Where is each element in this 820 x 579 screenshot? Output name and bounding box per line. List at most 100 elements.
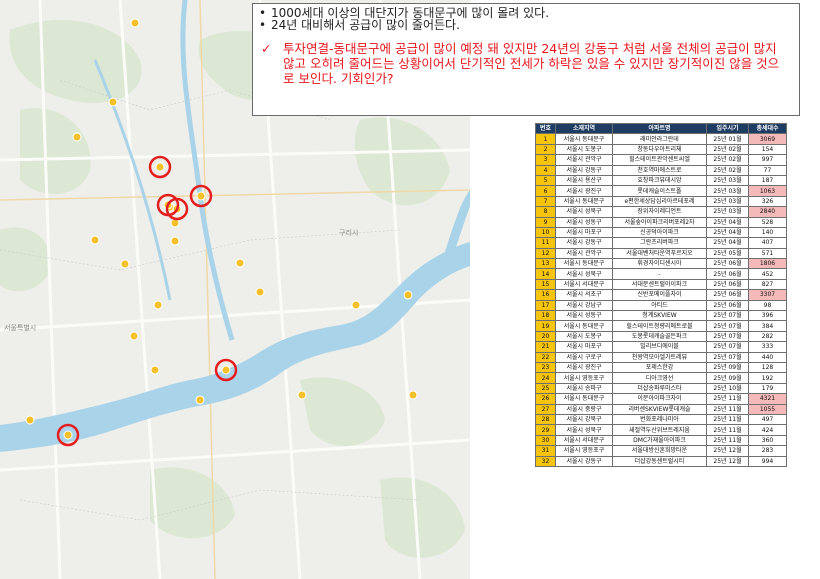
region-cell: 서울시 동대문구 [555, 133, 613, 145]
unit-count-cell: 4321 [748, 393, 787, 405]
move-in-date-cell: 25년 12월 [706, 445, 749, 457]
row-number: 21 [535, 341, 556, 353]
row-number: 5 [535, 174, 556, 187]
move-in-date-cell: 25년 06월 [706, 278, 749, 291]
apartment-name-cell: 청계SKVIEW [612, 310, 707, 322]
region-cell: 서울시 성북구 [555, 424, 613, 436]
region-cell: 서울시 성북구 [555, 206, 613, 218]
insight-note: ✓ 투자연결-동대문구에 공급이 많이 예정 돼 있지만 24년의 강동구 처럼… [259, 41, 793, 86]
row-number: 28 [535, 413, 556, 426]
move-in-date-cell: 25년 01월 [706, 133, 749, 145]
move-in-date-cell: 25년 11월 [706, 393, 749, 405]
unit-count-cell: 396 [748, 310, 787, 322]
apartment-name-cell: 도봉롯데캐슬골든파크 [612, 330, 707, 343]
region-cell: 서울시 영등포구 [555, 445, 613, 457]
move-in-date-cell: 25년 07월 [706, 310, 749, 322]
apartment-name-cell: 서울대방신혼희망타운 [612, 445, 707, 457]
table-row: 8 서울시 성북구 장위자이레디언트 25년 03월 2840 [535, 206, 787, 218]
unit-count-cell: 1063 [748, 185, 787, 197]
row-number: 8 [535, 206, 556, 218]
row-number: 15 [535, 278, 556, 291]
unit-count-cell: 497 [748, 413, 787, 426]
table-row: 27 서울시 중랑구 리버센SKVIEW롯데캐슬 25년 11월 1055 [535, 403, 787, 415]
table-row: 17 서울시 강남구 아티드 25년 06월 98 [535, 299, 787, 312]
apartment-name-cell: 천왕역모아엘가트레뷰 [612, 351, 707, 364]
table-row: 32 서울시 강동구 더샵강동센트럴시티 25년 12월 994 [535, 455, 787, 467]
region-cell: 서울시 동대문구 [555, 320, 613, 332]
move-in-date-cell: 25년 02월 [706, 154, 749, 166]
move-in-date-cell: 25년 04월 [706, 237, 749, 249]
table-header-row: 번호 소재지역 아파트명 입주시기 총세대수 [535, 122, 787, 135]
apartment-name-cell: 힐스테이트청량리메트로블 [612, 320, 707, 332]
apartment-name-cell: 래미안라그란데 [612, 133, 707, 145]
column-header: 입주시기 [706, 122, 749, 135]
table-row: 10 서울시 마포구 신공덕아이파크 25년 04월 140 [535, 226, 787, 239]
row-number: 1 [535, 133, 556, 145]
move-in-date-cell: 25년 11월 [706, 424, 749, 436]
table-row: 29 서울시 성북구 새절역두산위브트레지움 25년 11월 424 [535, 424, 787, 436]
row-number: 23 [535, 361, 556, 374]
row-number: 3 [535, 154, 556, 166]
column-header: 아파트명 [612, 122, 707, 135]
region-cell: 서울시 영등포구 [555, 372, 613, 384]
bullet-dot-icon: • [259, 18, 267, 32]
unit-count-cell: 3307 [748, 289, 787, 301]
region-cell: 서울시 서대문구 [555, 278, 613, 291]
move-in-date-cell: 25년 09월 [706, 372, 749, 384]
note-text: 24년 대비해서 공급이 많이 줄어든다. [271, 18, 460, 32]
table-row: 3 서울시 관악구 힐스테이트관악센트씨엘 25년 02월 997 [535, 154, 787, 166]
table-row: 16 서울시 서초구 신반포메이플자이 25년 06월 3307 [535, 289, 787, 301]
apartment-name-cell: 신반포메이플자이 [612, 289, 707, 301]
table-row: 14 서울시 성북구 -25년 06월 452 [535, 268, 787, 280]
table-body: 1 서울시 동대문구 래미안라그란데 25년 01월 3069 2 서울시 도봉구 창동다우아… [535, 133, 787, 467]
unit-count-cell: 440 [748, 351, 787, 364]
table-row: 23 서울시 광진구 포제스한강 25년 09월 128 [535, 361, 787, 374]
apartment-name-cell: 서대문센트럴아이파크 [612, 278, 707, 291]
move-in-date-cell: 25년 12월 [706, 455, 749, 467]
row-number: 19 [535, 320, 556, 332]
table-row: 12 서울시 관악구 서울대벤처타운역푸르지오 25년 05월 571 [535, 247, 787, 260]
move-in-date-cell: 25년 03월 [706, 206, 749, 218]
unit-count-cell: 154 [748, 143, 787, 156]
apartment-name-cell: 아티드 [612, 299, 707, 312]
row-number: 7 [535, 195, 556, 208]
move-in-date-cell: 25년 11월 [706, 403, 749, 415]
table-row: 2 서울시 도봉구 창동다우아트리체 25년 02월 154 [535, 143, 787, 156]
region-cell: 서울시 강북구 [555, 413, 613, 426]
region-cell: 서울시 마포구 [555, 341, 613, 353]
unit-count-cell: 333 [748, 341, 787, 353]
table-row: 22 서울시 구로구 천왕역모아엘가트레뷰 25년 07월 440 [535, 351, 787, 364]
table-row: 20 서울시 도봉구 도봉롯데캐슬골든파크 25년 07월 282 [535, 330, 787, 343]
move-in-date-cell: 25년 04월 [706, 226, 749, 239]
unit-count-cell: 827 [748, 278, 787, 291]
table-row: 24 서울시 영등포구 디아크영선 25년 09월 192 [535, 372, 787, 384]
summary-notes: • 1000세대 이상의 대단지가 동대문구에 많이 몰려 있다. • 24년 … [252, 3, 800, 116]
table-row: 28 서울시 강북구 번화포레나미아 25년 11월 497 [535, 413, 787, 426]
region-cell: 서울시 광진구 [555, 185, 613, 197]
unit-count-cell: 98 [748, 299, 787, 312]
apartment-name-cell: 천호역마에스트로 [612, 164, 707, 176]
column-header: 소재지역 [555, 122, 613, 135]
region-cell: 서울시 동대문구 [555, 393, 613, 405]
column-header: 번호 [535, 122, 556, 135]
region-cell: 서울시 도봉구 [555, 143, 613, 156]
unit-count-cell: 2840 [748, 206, 787, 218]
move-in-date-cell: 25년 07월 [706, 320, 749, 332]
apartment-name-cell: 그란츠리버파크 [612, 237, 707, 249]
region-cell: 서울시 관악구 [555, 247, 613, 260]
table-row: 31 서울시 영등포구 서울대방신혼희망타운 25년 12월 283 [535, 445, 787, 457]
region-cell: 서울시 강동구 [555, 455, 613, 467]
table-row: 19 서울시 동대문구 힐스테이트청량리메트로블 25년 07월 384 [535, 320, 787, 332]
move-in-date-cell: 25년 09월 [706, 361, 749, 374]
row-number: 26 [535, 393, 556, 405]
row-number: 31 [535, 445, 556, 457]
move-in-date-cell: 25년 04월 [706, 216, 749, 228]
apartment-name-cell: 이문아이파크자이 [612, 393, 707, 405]
unit-count-cell: 997 [748, 154, 787, 166]
apartment-name-cell: 창동다우아트리체 [612, 143, 707, 156]
move-in-date-cell: 25년 11월 [706, 413, 749, 426]
row-number: 30 [535, 434, 556, 447]
region-cell: 서울시 성동구 [555, 216, 613, 228]
apartment-name-cell: 번화포레나미아 [612, 413, 707, 426]
apartment-name-cell: 리버센SKVIEW롯데캐슬 [612, 403, 707, 415]
